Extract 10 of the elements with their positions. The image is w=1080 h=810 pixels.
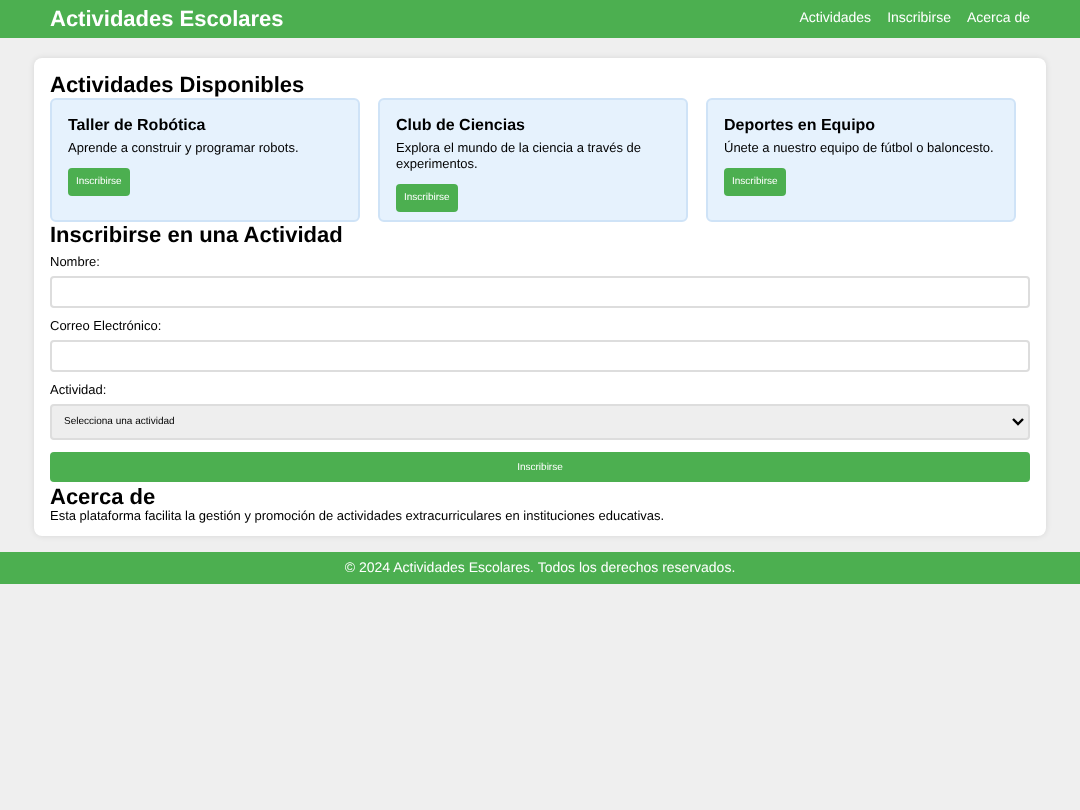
section-heading: Actividades Disponibles (50, 74, 307, 98)
activity-title: Club de Ciencias (396, 116, 527, 134)
name-input-field[interactable] (50, 276, 1030, 308)
chevron-down-icon (1012, 418, 1024, 426)
email-input-field[interactable] (50, 340, 1030, 372)
site-title: Actividades Escolares (50, 7, 284, 31)
activity-title: Deportes en Equipo (724, 116, 878, 134)
section-heading: Acerca de (50, 486, 158, 510)
section-heading: Inscribirse en una Actividad (50, 224, 345, 248)
activity-title: Taller de Robótica (68, 116, 208, 134)
